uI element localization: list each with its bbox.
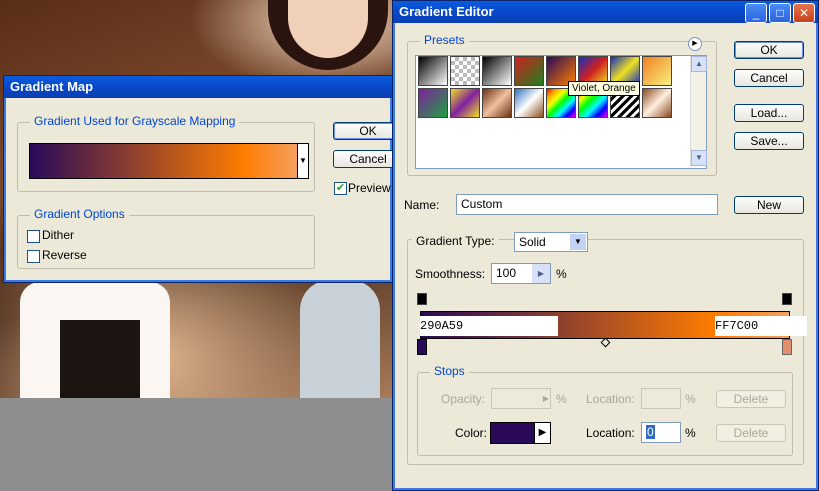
preset-orange-yellow[interactable] xyxy=(642,56,672,86)
gradient-type-value: Solid xyxy=(519,235,546,249)
name-input[interactable]: Custom xyxy=(456,194,718,215)
opacity-label: Opacity: xyxy=(441,392,486,406)
preset-tooltip: Violet, Orange xyxy=(568,81,640,96)
new-button[interactable]: New xyxy=(734,196,804,214)
left-color-code: 290A59 xyxy=(420,319,464,333)
gradient-type-label: Gradient Type: xyxy=(412,234,499,248)
gradient-dropdown-button[interactable]: ▼ xyxy=(297,143,309,179)
preset-copper[interactable] xyxy=(482,88,512,118)
gradient-options-label: Gradient Options xyxy=(30,207,129,221)
gradient-editor-cancel-button[interactable]: Cancel xyxy=(734,69,804,87)
opacity-arrow-icon: ▶ xyxy=(542,394,549,403)
color-label: Color: xyxy=(455,426,488,440)
close-icon[interactable]: ✕ xyxy=(793,3,815,23)
name-label: Name: xyxy=(404,198,440,212)
color-delete-button: Delete xyxy=(716,424,786,442)
preset-black-white[interactable] xyxy=(418,56,448,86)
checkmark-icon: ✔ xyxy=(335,182,346,194)
color-stop-left[interactable] xyxy=(417,339,427,355)
color-stop-right[interactable] xyxy=(782,339,792,355)
preview-label: Preview xyxy=(348,181,391,195)
smoothness-value: 100 xyxy=(496,266,517,280)
preset-violet-green[interactable] xyxy=(418,88,448,118)
chevron-down-icon: ▼ xyxy=(570,234,586,250)
opacity-location-label: Location: xyxy=(586,392,635,406)
color-location-label: Location: xyxy=(586,426,635,440)
mapping-group-label: Gradient Used for Grayscale Mapping xyxy=(30,114,240,128)
presets-label: Presets xyxy=(420,33,469,47)
color-location-percent: % xyxy=(685,426,696,440)
maximize-icon[interactable]: □ xyxy=(769,3,791,23)
canvas-grey-area xyxy=(0,398,392,491)
scroll-down-icon[interactable]: ▼ xyxy=(691,150,707,166)
color-arrow-icon[interactable]: ▶ xyxy=(534,422,551,444)
presets-menu-icon[interactable]: ▶ xyxy=(688,37,702,51)
opacity-location-input xyxy=(641,388,681,409)
dither-label: Dither xyxy=(42,228,75,242)
opacity-input: ▶ xyxy=(491,388,551,409)
smoothness-label: Smoothness: xyxy=(415,267,486,281)
stops-label: Stops xyxy=(430,364,469,378)
minimize-icon[interactable]: _ xyxy=(745,3,767,23)
gradient-map-dialog: Gradient Map Gradient Used for Grayscale… xyxy=(3,75,403,283)
smoothness-input[interactable]: 100 ▶ xyxy=(491,263,551,284)
gradient-map-titlebar[interactable]: Gradient Map xyxy=(4,76,392,98)
save-button[interactable]: Save... xyxy=(734,132,804,150)
preset-black-white-2[interactable] xyxy=(482,56,512,86)
right-color-code: FF7C00 xyxy=(715,319,759,333)
preset-copper-2[interactable] xyxy=(642,88,672,118)
opacity-location-percent: % xyxy=(685,392,696,406)
photo-legs xyxy=(60,320,140,398)
load-button[interactable]: Load... xyxy=(734,104,804,122)
stops-group: Stops xyxy=(417,364,793,456)
color-location-value: 0 xyxy=(646,425,655,439)
opacity-percent: % xyxy=(556,392,567,406)
preset-red-green[interactable] xyxy=(514,56,544,86)
presets-scrollbar[interactable]: ▲ ▼ xyxy=(690,56,707,166)
opacity-stop-left[interactable] xyxy=(417,293,427,305)
preview-checkbox[interactable]: ✔ xyxy=(334,182,347,195)
dither-checkbox[interactable] xyxy=(27,230,40,243)
scroll-up-icon[interactable]: ▲ xyxy=(691,56,707,72)
photo-arm xyxy=(300,280,380,398)
preset-yellow-violet[interactable] xyxy=(450,88,480,118)
smoothness-percent: % xyxy=(556,267,567,281)
reverse-checkbox[interactable] xyxy=(27,250,40,263)
color-swatch[interactable] xyxy=(490,422,536,444)
gradient-editor-ok-button[interactable]: OK xyxy=(734,41,804,59)
preset-transparent[interactable] xyxy=(450,56,480,86)
triangle-down-icon: ▼ xyxy=(299,156,307,165)
reverse-label: Reverse xyxy=(42,248,87,262)
mapping-group: Gradient Used for Grayscale Mapping ▼ xyxy=(17,114,315,192)
opacity-delete-button: Delete xyxy=(716,390,786,408)
smoothness-arrow-icon[interactable]: ▶ xyxy=(532,264,550,283)
gradient-map-preview[interactable] xyxy=(29,143,299,179)
color-location-input[interactable]: 0 xyxy=(641,422,681,443)
opacity-stop-right[interactable] xyxy=(782,293,792,305)
gradient-type-select[interactable]: Solid ▼ xyxy=(514,232,588,252)
preset-chrome[interactable] xyxy=(514,88,544,118)
